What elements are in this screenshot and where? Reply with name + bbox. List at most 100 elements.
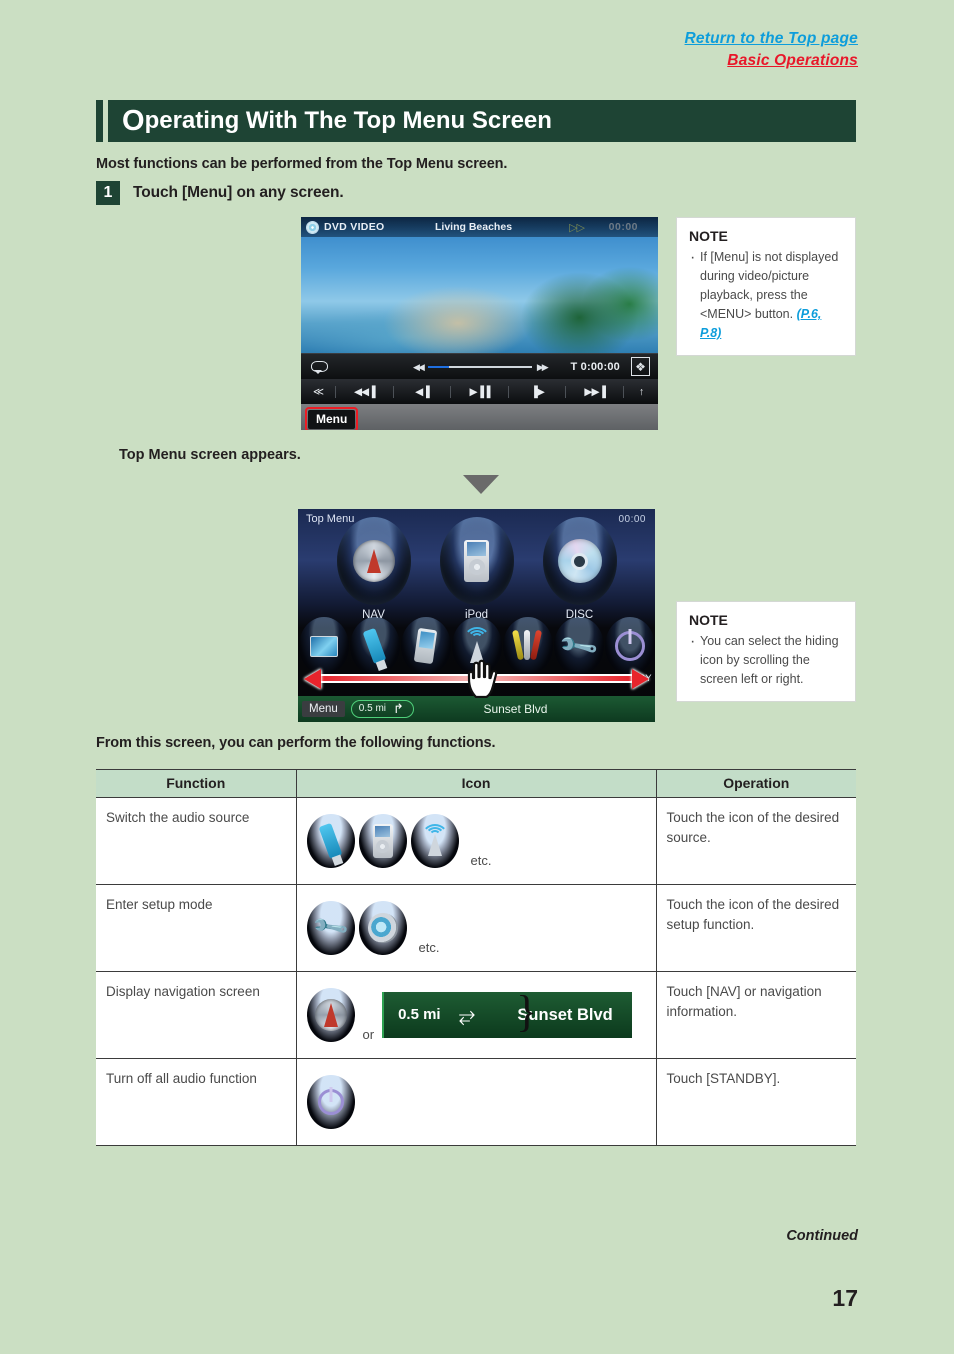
dvd-transport-bar: ≪ ◀◀▐ ◀▐ ▶▐▐ ▐▶ ▶▶▐ ↑: [301, 379, 658, 404]
nav-distance-value: 0.5 mi: [398, 1005, 441, 1023]
cell-operation: Touch [NAV] or navigation information.: [655, 971, 856, 1059]
cell-operation: Touch the icon of the desired source.: [655, 797, 856, 885]
cell-function: Display navigation screen: [96, 971, 296, 1059]
menu-button-highlight: Menu: [305, 407, 359, 430]
top-menu-item-nav[interactable]: NAV: [336, 517, 411, 623]
section-title-banner: Operating With The Top Menu Screen: [96, 100, 856, 142]
cell-function: Turn off all audio function: [96, 1058, 296, 1146]
ipod-icon: [372, 824, 393, 858]
icon-group: or 0.5 mi ⥂ } Sunset Blvd: [306, 982, 647, 1048]
top-menu-item-ipod[interactable]: iPod: [439, 517, 514, 623]
nav-bar-graphic: 0.5 mi ⥂ } Sunset Blvd: [382, 987, 633, 1038]
usb-icon: [362, 627, 387, 665]
repeat-icon[interactable]: [311, 361, 328, 374]
step-1: 1 Touch [Menu] on any screen.: [96, 181, 344, 205]
top-menu-item-disc[interactable]: DISC: [542, 517, 617, 623]
icon-group: [306, 1069, 647, 1135]
setup-orb: 🔧: [553, 617, 604, 675]
ipod-screen: [467, 542, 486, 556]
dvd-video-frame: [301, 217, 658, 353]
transport-step-back-button[interactable]: ◀▐: [394, 385, 452, 398]
standby-orb: [306, 1075, 355, 1129]
note-item: You can select the hiding icon by scroll…: [689, 630, 843, 689]
fast-forward-icon: ▷▷: [569, 221, 585, 234]
transport-step-forward-button[interactable]: ▐▶: [509, 385, 567, 398]
arrow-right-head: [632, 668, 649, 689]
compass-icon: [314, 999, 347, 1031]
icon-or-label: or: [362, 1026, 375, 1042]
phone-orb: [400, 617, 451, 675]
dvd-source-label: DVD VIDEO: [324, 221, 385, 233]
title-accent-bar: [96, 100, 103, 142]
step-number-badge: 1: [96, 181, 120, 205]
transport-next-track-button[interactable]: ▶▶▐: [566, 385, 625, 398]
nav-orb: [306, 988, 355, 1042]
top-menu-item-iphone[interactable]: [400, 617, 451, 675]
compass-icon: [352, 540, 395, 582]
usb-orb: [306, 814, 355, 868]
seek-bar[interactable]: [427, 366, 532, 368]
speaker-icon: [363, 909, 402, 947]
transport-play-pause-button[interactable]: ▶▐▐: [451, 385, 509, 398]
icon-etc-label: etc.: [418, 939, 440, 955]
nav-distance-value: 0.5 mi: [358, 703, 387, 714]
forward-icon[interactable]: ▶▶: [537, 362, 549, 373]
ipod-icon: [464, 540, 489, 582]
wrench-icon: 🔧: [310, 907, 351, 948]
dvd-menu-button[interactable]: Menu: [308, 410, 356, 429]
ipod-clickwheel: [376, 840, 389, 853]
wrench-icon: 🔧: [556, 624, 601, 668]
nav-street-name[interactable]: Sunset Blvd: [414, 702, 655, 716]
note-list: If [Menu] is not displayed during video/…: [689, 246, 843, 343]
title-drop-cap: O: [122, 104, 145, 137]
ipod-clickwheel: [468, 559, 485, 575]
cell-icon: 🔧 etc.: [295, 884, 656, 972]
table-row: Display navigation screen or 0.5 mi ⥂ } …: [96, 971, 856, 1059]
turn-arrow-icon: ↱: [393, 701, 404, 716]
functions-table: Function Icon Operation Switch the audio…: [96, 769, 856, 1146]
cell-function: Enter setup mode: [96, 884, 296, 972]
turn-arrow-icon: ⥂: [458, 1003, 476, 1027]
disc-orb: [542, 517, 617, 605]
nav-distance-chip[interactable]: 0.5 mi ↱: [350, 700, 414, 718]
table-header-row: Function Icon Operation: [96, 769, 856, 798]
dvd-control-bar: ◀◀ ▶▶ T 0:00:00 ❖: [301, 353, 658, 379]
return-to-top-link[interactable]: Return to the Top page: [685, 28, 858, 50]
tv-orb: [298, 617, 349, 675]
transport-eject-button[interactable]: ↑: [624, 386, 658, 398]
ipod-screen: [375, 826, 390, 837]
table-row: Switch the audio source etc. Touch the i…: [96, 797, 856, 885]
dvd-time-display: T 0:00:00: [570, 360, 620, 373]
transport-prev-track-button[interactable]: ◀◀▐: [336, 385, 394, 398]
column-header-operation: Operation: [655, 769, 856, 798]
note-heading: NOTE: [689, 228, 728, 244]
ipod-orb: [439, 517, 514, 605]
break-squiggle-icon: }: [516, 987, 538, 1036]
basic-operations-link[interactable]: Basic Operations: [685, 50, 858, 72]
av-cable-icon: [511, 629, 543, 662]
top-menu-menu-button[interactable]: Menu: [302, 701, 345, 717]
cell-operation: Touch the icon of the desired setup func…: [655, 884, 856, 972]
dvd-clock: 00:00: [608, 221, 638, 233]
top-menu-nav-bar: Menu 0.5 mi ↱ Sunset Blvd: [298, 696, 655, 722]
top-menu-item-video[interactable]: [502, 617, 553, 675]
step-instruction: Touch [Menu] on any screen.: [133, 184, 344, 201]
rewind-icon[interactable]: ◀◀: [413, 362, 425, 373]
top-menu-item-usb[interactable]: [349, 617, 400, 675]
table-intro-text: From this screen, you can perform the fo…: [96, 735, 496, 751]
cell-icon: [295, 1058, 656, 1146]
title-text: perating With The Top Menu Screen: [144, 107, 552, 134]
transport-collapse-button[interactable]: ≪: [301, 385, 336, 398]
note-box-2: NOTE You can select the hiding icon by s…: [676, 601, 856, 702]
top-menu-screenshot: Top Menu 00:00 NAV iPod DISC 🔧 Menu 0.5 …: [298, 509, 655, 722]
continued-label: Continued: [786, 1228, 858, 1244]
cell-icon: etc.: [295, 797, 656, 885]
setup-orb: 🔧: [306, 901, 355, 955]
note-box-1: NOTE If [Menu] is not displayed during v…: [676, 217, 856, 356]
table-row: Enter setup mode 🔧 etc. Touch the icon o…: [96, 884, 856, 972]
manual-page: Return to the Top page Basic Operations …: [0, 0, 954, 1354]
note-heading: NOTE: [689, 612, 728, 628]
fullscreen-icon[interactable]: ❖: [631, 357, 650, 376]
down-arrow-icon: [463, 475, 499, 494]
radio-antenna-icon: [420, 824, 450, 856]
